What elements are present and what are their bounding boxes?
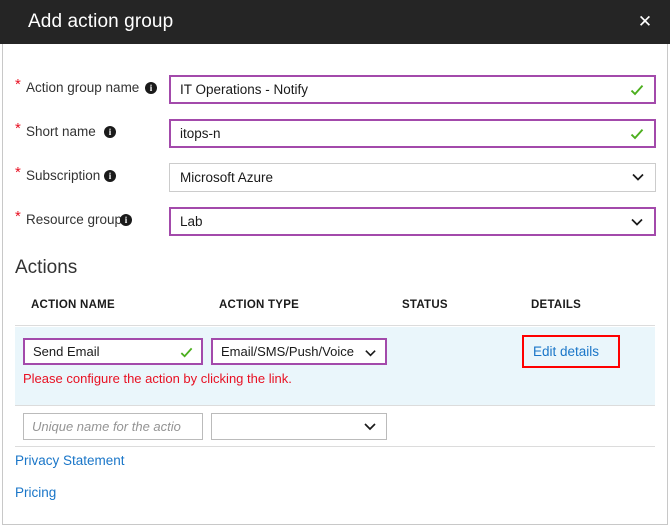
- dropdown-value: Lab: [180, 214, 203, 229]
- table-header-divider: [15, 325, 655, 326]
- new-action-row: Unique name for the actio: [15, 406, 655, 447]
- action-name-input[interactable]: Send Email: [23, 338, 203, 365]
- valid-check-icon: [629, 80, 645, 100]
- info-icon[interactable]: i: [104, 170, 116, 182]
- edit-details-annotation-box: Edit details: [522, 335, 620, 368]
- chevron-down-icon[interactable]: [631, 169, 645, 185]
- valid-check-icon: [179, 343, 194, 362]
- field-row-resource-group: * Resource group i Lab: [3, 207, 667, 237]
- field-label: Subscription: [26, 168, 100, 183]
- column-header-status: STATUS: [402, 299, 448, 311]
- input-placeholder: Unique name for the actio: [32, 419, 196, 434]
- short-name-input[interactable]: itops-n: [169, 119, 656, 148]
- new-action-name-input[interactable]: Unique name for the actio: [23, 413, 203, 440]
- required-indicator: *: [15, 121, 21, 136]
- resource-group-dropdown[interactable]: Lab: [169, 207, 656, 236]
- required-indicator: *: [15, 209, 21, 224]
- chevron-down-icon[interactable]: [363, 419, 377, 434]
- info-icon[interactable]: i: [145, 82, 157, 94]
- new-action-type-dropdown[interactable]: [211, 413, 387, 440]
- dropdown-value: Email/SMS/Push/Voice: [221, 344, 354, 359]
- info-icon[interactable]: i: [120, 214, 132, 226]
- field-row-action-group-name: * Action group name i IT Operations - No…: [3, 75, 667, 105]
- dropdown-value: Microsoft Azure: [180, 170, 273, 185]
- field-row-short-name: * Short name i itops-n: [3, 119, 667, 149]
- input-value: IT Operations - Notify: [180, 82, 308, 97]
- page-title: Add action group: [28, 11, 173, 33]
- chevron-down-icon[interactable]: [630, 214, 644, 230]
- column-header-details: DETAILS: [531, 299, 581, 311]
- subscription-dropdown[interactable]: Microsoft Azure: [169, 163, 656, 192]
- blade-content: * Action group name i IT Operations - No…: [2, 44, 668, 525]
- table-bottom-divider: [15, 446, 655, 447]
- close-icon[interactable]: ✕: [632, 9, 658, 35]
- info-icon[interactable]: i: [104, 126, 116, 138]
- actions-section-heading: Actions: [15, 257, 77, 279]
- edit-details-link[interactable]: Edit details: [533, 344, 599, 359]
- field-row-subscription: * Subscription i Microsoft Azure: [3, 163, 667, 193]
- table-row: Send Email Email/SMS/Push/Voice Please c…: [15, 327, 655, 405]
- field-label: Action group name: [26, 80, 139, 95]
- required-indicator: *: [15, 165, 21, 180]
- valid-check-icon: [629, 124, 645, 144]
- blade-title-bar: Add action group ✕: [0, 0, 670, 44]
- action-type-dropdown[interactable]: Email/SMS/Push/Voice: [211, 338, 387, 365]
- input-value: Send Email: [33, 344, 99, 359]
- field-label: Resource group: [26, 212, 122, 227]
- privacy-statement-link[interactable]: Privacy Statement: [15, 453, 125, 468]
- required-indicator: *: [15, 77, 21, 92]
- add-action-group-blade: Add action group ✕ * Action group name i…: [0, 0, 670, 527]
- validation-message: Please configure the action by clicking …: [23, 371, 292, 386]
- chevron-down-icon[interactable]: [364, 346, 377, 360]
- action-group-name-input[interactable]: IT Operations - Notify: [169, 75, 656, 104]
- column-header-action-type: ACTION TYPE: [219, 299, 299, 311]
- input-value: itops-n: [180, 126, 221, 141]
- field-label: Short name: [26, 124, 96, 139]
- pricing-link[interactable]: Pricing: [15, 485, 56, 500]
- column-header-action-name: ACTION NAME: [31, 299, 115, 311]
